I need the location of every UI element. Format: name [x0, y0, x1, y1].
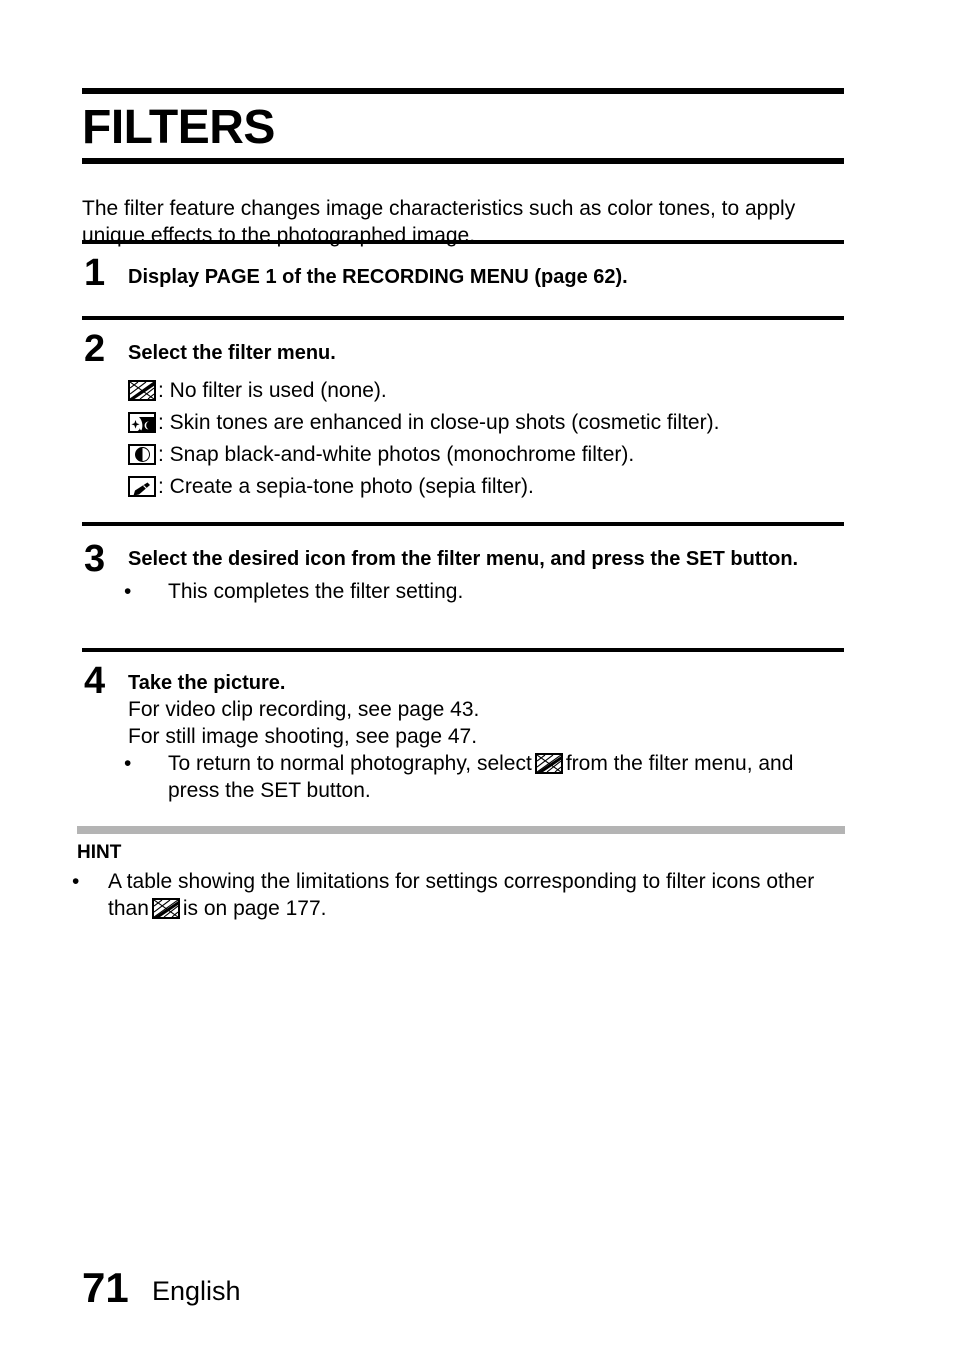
filter-none-icon — [128, 379, 156, 401]
page-number: 71 — [82, 1264, 129, 1311]
step-2-body: Select the filter menu. : No filter is u… — [128, 340, 846, 502]
step-4-body: Take the picture. For video clip recordi… — [124, 670, 846, 804]
filter-option-list: : No filter is used (none). : Skin tones… — [128, 374, 846, 502]
step-3-rule — [82, 522, 844, 526]
hint-body: • A table showing the limitations for set… — [72, 868, 844, 922]
title-rule-top — [82, 88, 844, 94]
step-4-rule — [82, 648, 844, 652]
filter-cosmetic-icon — [128, 411, 156, 433]
filter-option-monochrome-label: : Snap black-and-white photos (monochrom… — [158, 442, 635, 466]
hint-bullet: • A table showing the limitations for set… — [72, 868, 844, 922]
step-2-number: 2 — [84, 328, 106, 370]
step-3-bullet: • This completes the filter setting. — [124, 578, 846, 605]
filter-option-sepia-label: : Create a sepia-tone photo (sepia filte… — [158, 474, 534, 498]
filter-option-monochrome: : Snap black-and-white photos (monochrom… — [128, 438, 846, 470]
bullet-marker: • — [124, 752, 132, 775]
bullet-marker: • — [124, 580, 132, 603]
step-3-heading: Select the desired icon from the filter … — [128, 548, 799, 570]
bullet-marker: • — [72, 870, 80, 893]
step-1-rule — [82, 240, 844, 244]
filter-sepia-icon — [128, 475, 156, 497]
step-4-bullet-text-1: To return to normal photography, select — [168, 752, 532, 775]
filter-option-none: : No filter is used (none). — [128, 374, 846, 406]
step-4-bullet: • To return to normal photography, select… — [124, 750, 846, 804]
title-rule-bottom — [82, 158, 844, 164]
filter-option-cosmetic: : Skin tones are enhanced in close-up sh… — [128, 406, 846, 438]
step-3-bullet-text: This completes the filter setting. — [168, 580, 464, 603]
step-4-line-2: For still image shooting, see page 47. — [128, 725, 478, 748]
footer-language: English — [152, 1276, 241, 1306]
step-2-rule — [82, 316, 844, 320]
hint-title: HINT — [77, 842, 122, 863]
filter-option-none-label: : No filter is used (none). — [158, 378, 387, 402]
page-title: FILTERS — [82, 101, 275, 154]
step-4-line-1: For video clip recording, see page 43. — [128, 698, 480, 721]
filter-none-icon — [534, 753, 563, 774]
step-1-number: 1 — [84, 252, 106, 294]
step-1-body: Display PAGE 1 of the RECORDING MENU (pa… — [128, 264, 846, 290]
hint-text-2: is on page 177. — [182, 897, 327, 920]
filter-monochrome-circle — [134, 446, 150, 462]
filter-monochrome-icon — [128, 443, 156, 465]
step-1-heading: Display PAGE 1 of the RECORDING MENU (pa… — [128, 266, 628, 288]
step-4-number: 4 — [84, 660, 106, 702]
hint-divider — [77, 826, 845, 834]
step-4-heading: Take the picture. — [128, 672, 286, 694]
step-2-heading: Select the filter menu. — [128, 342, 336, 364]
manual-page: FILTERS The filter feature changes image… — [0, 0, 954, 1345]
step-3-number: 3 — [84, 538, 106, 580]
step-3-body: Select the desired icon from the filter … — [124, 546, 846, 605]
filter-none-icon — [151, 898, 180, 919]
filter-option-cosmetic-label: : Skin tones are enhanced in close-up sh… — [158, 410, 720, 434]
filter-option-sepia: : Create a sepia-tone photo (sepia filte… — [128, 470, 846, 502]
